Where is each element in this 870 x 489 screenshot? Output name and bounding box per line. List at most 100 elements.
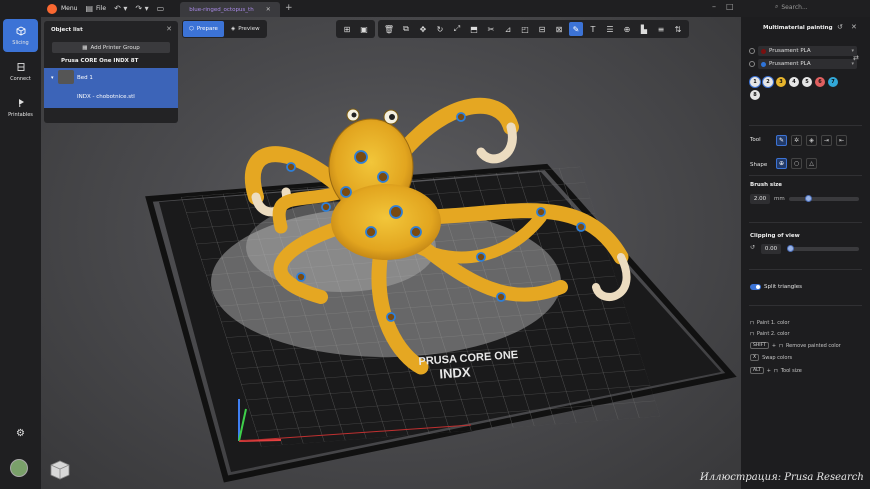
seam-icon[interactable]: ⊠ <box>552 22 566 36</box>
brush-size-value: 2.00 <box>753 196 767 202</box>
mmu-paint-icon[interactable]: ✎ <box>569 22 583 36</box>
delete-icon[interactable]: 🗑 <box>382 22 396 36</box>
scale-icon[interactable]: ⤢ <box>450 22 464 36</box>
sidebar-label-printables: Printables <box>8 111 33 118</box>
prusa-logo-icon[interactable] <box>47 3 57 14</box>
extruder-8-button[interactable]: 8 <box>750 90 760 100</box>
hint-paint1: ⊓ Paint 1. color <box>750 320 790 326</box>
filament-2-select[interactable]: Prusament PLA ▾ <box>758 59 857 69</box>
printer-name: Prusa CORE One INDX 8T <box>61 58 139 64</box>
extruder-1-button[interactable]: 1 <box>750 77 760 87</box>
brush-size-slider[interactable] <box>789 195 859 202</box>
sidebar-item-connect[interactable]: Connect <box>3 55 38 88</box>
move-icon[interactable]: ✥ <box>416 22 430 36</box>
filament-1-select[interactable]: Prusament PLA ▾ <box>758 46 857 56</box>
hint-paint1-label: Paint 1. color <box>756 320 790 326</box>
place-on-face-icon[interactable]: ⬒ <box>467 22 481 36</box>
export-icon[interactable]: ▣ <box>357 22 371 36</box>
sphere-shape-icon[interactable]: ⊕ <box>776 158 787 169</box>
maximize-icon[interactable]: □ <box>726 2 744 11</box>
close-tab-icon[interactable]: ✕ <box>266 6 271 13</box>
add-printer-group-label: Add Printer Group <box>90 44 140 51</box>
sidebar-item-slicing[interactable]: Slicing <box>3 19 38 52</box>
circle-shape-icon[interactable]: ○ <box>791 158 802 169</box>
extruder-7-button[interactable]: 7 <box>828 77 838 87</box>
avatar[interactable] <box>10 459 28 477</box>
sidebar-item-printables[interactable]: Printables <box>3 91 38 124</box>
bucket-fill-icon[interactable]: ◈ <box>806 135 817 146</box>
prepare-tab[interactable]: ⬡ Prepare <box>183 21 224 37</box>
view-icon: ▭ <box>156 4 165 13</box>
arrange-icon[interactable]: ⇅ <box>671 22 685 36</box>
height-range-icon[interactable]: ⇥ <box>821 135 832 146</box>
copy-icon[interactable]: ⧉ <box>399 22 413 36</box>
add-printer-group-button[interactable]: ▦ Add Printer Group <box>52 42 170 53</box>
reset-clipping-icon[interactable]: ↺ <box>750 244 755 251</box>
rotate-icon[interactable]: ↻ <box>433 22 447 36</box>
close-panel-icon[interactable]: ✕ <box>166 25 172 33</box>
extruder-4-button[interactable]: 4 <box>789 77 799 87</box>
bed-row[interactable]: ▾ Bed 1 INDX - chobotnice.stl <box>44 68 178 108</box>
supports-icon[interactable]: ⊟ <box>535 22 549 36</box>
file-menu-button[interactable]: ▤ File <box>85 4 106 13</box>
app-window: PRUSA CORE ONE INDX Menu ▤ File ↶ ▾ ↷ ▾ ▭… <box>0 0 870 489</box>
extruder-row: 1234567 8 <box>750 77 838 100</box>
brush-size-input[interactable]: 2.00 <box>750 194 770 204</box>
extruder-5-button[interactable]: 5 <box>802 77 812 87</box>
clear-tool-icon[interactable]: ⇤ <box>836 135 847 146</box>
undo-icon: ↶ ▾ <box>114 4 128 13</box>
cube-icon <box>16 25 25 36</box>
histogram-icon[interactable]: ▙ <box>637 22 651 36</box>
extruder-3-button[interactable]: 3 <box>776 77 786 87</box>
object-file-label[interactable]: INDX - chobotnice.stl <box>77 94 135 100</box>
variable-layer-icon[interactable]: ☰ <box>603 22 617 36</box>
clipping-slider-handle[interactable] <box>787 245 794 252</box>
file-label: File <box>96 5 107 12</box>
clipping-slider[interactable] <box>787 245 859 252</box>
view-cube-icon[interactable] <box>48 458 72 482</box>
close-icon[interactable]: ✕ <box>851 23 857 31</box>
split-triangles-toggle[interactable] <box>750 284 761 290</box>
hint-remove-label: Remove painted color <box>785 342 841 349</box>
reset-icon[interactable]: ↺ <box>837 23 843 31</box>
bed-logo-line2: INDX <box>439 364 471 381</box>
filament-row-1: Prusament PLA ▾ <box>749 46 857 56</box>
extruder-2-button[interactable]: 2 <box>763 77 773 87</box>
shape-buttons: ⊕ ○ △ <box>776 158 817 169</box>
layers-icon[interactable]: ≡ <box>654 22 668 36</box>
search-box[interactable]: ⌕ Search... <box>775 3 808 11</box>
document-tab[interactable]: blue-ringed_octopus_th ✕ <box>180 2 280 17</box>
redo-button[interactable]: ↷ ▾ <box>135 4 148 13</box>
text-icon[interactable]: T <box>586 22 600 36</box>
hollow-icon[interactable]: ◰ <box>518 22 532 36</box>
file-icon: ▤ <box>85 4 94 13</box>
extruder-6-button[interactable]: 6 <box>815 77 825 87</box>
menu-button[interactable]: Menu <box>61 5 77 12</box>
brush-tool-icon[interactable]: ✎ <box>776 135 787 146</box>
smart-fill-icon[interactable]: ✲ <box>791 135 802 146</box>
collapse-caret-icon[interactable]: ▾ <box>51 75 54 81</box>
preview-tab[interactable]: ◈ Preview <box>225 21 266 37</box>
minimize-icon[interactable]: – <box>712 2 726 11</box>
emboss-icon[interactable]: ⊕ <box>620 22 634 36</box>
clipping-value: 0.00 <box>764 246 778 252</box>
view-menu-button[interactable]: ▭ <box>157 4 165 13</box>
filament-2-radio[interactable] <box>749 61 755 67</box>
hint-remove: SHIFT + ⊓ Remove painted color <box>750 342 841 349</box>
clipping-input[interactable]: 0.00 <box>761 244 781 254</box>
measure-icon[interactable]: ⊿ <box>501 22 515 36</box>
new-tab-icon[interactable]: + <box>285 3 293 13</box>
edit-toolbar: 🗑 ⧉ ✥ ↻ ⤢ ⬒ ✂ ⊿ ◰ ⊟ ⊠ ✎ T ☰ ⊕ ▙ ≡ ⇅ <box>378 20 689 38</box>
swap-filaments-icon[interactable]: ⇄ <box>853 54 859 62</box>
brush-size-slider-handle[interactable] <box>804 195 812 202</box>
filament-1-name: Prusament PLA <box>769 48 811 54</box>
triangle-shape-icon[interactable]: △ <box>806 158 817 169</box>
shape-label: Shape <box>750 162 768 168</box>
import-icon[interactable]: ⊞ <box>340 22 354 36</box>
search-icon: ⌕ <box>775 3 779 10</box>
undo-button[interactable]: ↶ ▾ <box>114 4 127 13</box>
filament-1-radio[interactable] <box>749 48 755 54</box>
settings-button[interactable]: ⚙ <box>3 425 38 441</box>
panel-title: Multimaterial painting <box>763 25 833 31</box>
cut-icon[interactable]: ✂ <box>484 22 498 36</box>
